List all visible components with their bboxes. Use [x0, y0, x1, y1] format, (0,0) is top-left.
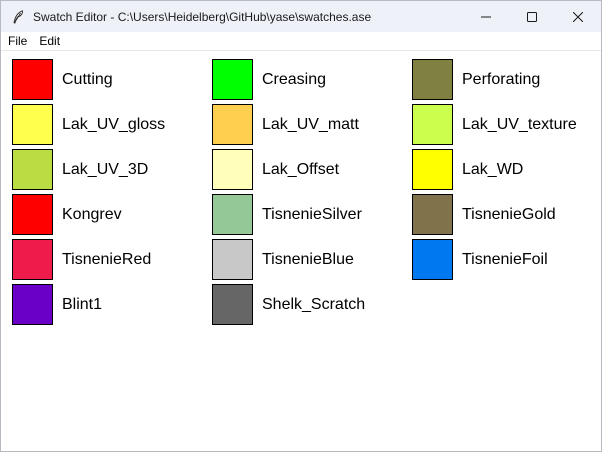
swatch-item[interactable]: Shelk_Scratch: [212, 282, 412, 327]
swatch-color-box[interactable]: [212, 284, 253, 325]
swatch-name: Perforating: [462, 70, 541, 88]
swatch-color-box[interactable]: [212, 104, 253, 145]
swatch-item[interactable]: Kongrev: [12, 192, 212, 237]
swatch-area: Cutting Creasing Perforating Lak_UV_gloss La…: [1, 52, 601, 451]
swatch-item[interactable]: Perforating: [412, 57, 601, 102]
swatch-name: TisnenieRed: [62, 250, 152, 268]
swatch-item[interactable]: Lak_UV_matt: [212, 102, 412, 147]
title-bar[interactable]: Swatch Editor - C:\Users\Heidelberg\GitH…: [1, 1, 601, 32]
menu-file[interactable]: File: [1, 32, 33, 51]
minimize-icon: [481, 12, 491, 22]
maximize-button[interactable]: [509, 1, 555, 32]
swatch-grid: Cutting Creasing Perforating Lak_UV_gloss La…: [12, 57, 601, 327]
swatch-color-box[interactable]: [12, 284, 53, 325]
swatch-item[interactable]: Lak_UV_gloss: [12, 102, 212, 147]
swatch-name: TisnenieSilver: [262, 205, 362, 223]
swatch-name: Kongrev: [62, 205, 122, 223]
swatch-color-box[interactable]: [212, 59, 253, 100]
swatch-item[interactable]: TisnenieSilver: [212, 192, 412, 237]
swatch-item[interactable]: Lak_UV_texture: [412, 102, 601, 147]
close-button[interactable]: [555, 1, 601, 32]
swatch-name: TisnenieFoil: [462, 250, 548, 268]
swatch-name: Lak_UV_gloss: [62, 115, 166, 133]
app-window: Swatch Editor - C:\Users\Heidelberg\GitH…: [0, 0, 602, 452]
swatch-name: Lak_WD: [462, 160, 524, 178]
feather-icon: [11, 9, 25, 24]
swatch-color-box[interactable]: [12, 104, 53, 145]
swatch-color-box[interactable]: [412, 104, 453, 145]
swatch-name: Lak_UV_texture: [462, 115, 577, 133]
swatch-name: Creasing: [262, 70, 327, 88]
swatch-color-box[interactable]: [412, 59, 453, 100]
menu-edit[interactable]: Edit: [33, 32, 66, 51]
window-title: Swatch Editor - C:\Users\Heidelberg\GitH…: [33, 9, 372, 24]
menu-bar: File Edit: [1, 32, 601, 51]
swatch-color-box[interactable]: [12, 149, 53, 190]
swatch-color-box[interactable]: [412, 194, 453, 235]
swatch-name: TisnenieBlue: [262, 250, 354, 268]
swatch-item[interactable]: TisnenieBlue: [212, 237, 412, 282]
swatch-name: TisnenieGold: [462, 205, 556, 223]
swatch-item[interactable]: Lak_UV_3D: [12, 147, 212, 192]
swatch-item[interactable]: Lak_WD: [412, 147, 601, 192]
swatch-name: Lak_UV_matt: [262, 115, 359, 133]
swatch-color-box[interactable]: [12, 194, 53, 235]
swatch-item[interactable]: Lak_Offset: [212, 147, 412, 192]
swatch-name: Lak_Offset: [262, 160, 340, 178]
swatch-item[interactable]: TisnenieFoil: [412, 237, 601, 282]
window-controls: [463, 1, 601, 32]
swatch-item[interactable]: Creasing: [212, 57, 412, 102]
swatch-item[interactable]: Cutting: [12, 57, 212, 102]
maximize-icon: [527, 11, 537, 22]
swatch-item[interactable]: TisnenieGold: [412, 192, 601, 237]
swatch-color-box[interactable]: [212, 194, 253, 235]
swatch-color-box[interactable]: [212, 239, 253, 280]
swatch-color-box[interactable]: [212, 149, 253, 190]
swatch-name: Shelk_Scratch: [262, 295, 366, 313]
swatch-color-box[interactable]: [412, 239, 453, 280]
swatch-item[interactable]: Blint1: [12, 282, 212, 327]
swatch-color-box[interactable]: [12, 59, 53, 100]
close-icon: [573, 11, 583, 22]
swatch-name: Cutting: [62, 70, 113, 88]
swatch-color-box[interactable]: [412, 149, 453, 190]
swatch-color-box[interactable]: [12, 239, 53, 280]
swatch-item[interactable]: TisnenieRed: [12, 237, 212, 282]
minimize-button[interactable]: [463, 1, 509, 32]
swatch-name: Lak_UV_3D: [62, 160, 149, 178]
swatch-name: Blint1: [62, 295, 103, 313]
